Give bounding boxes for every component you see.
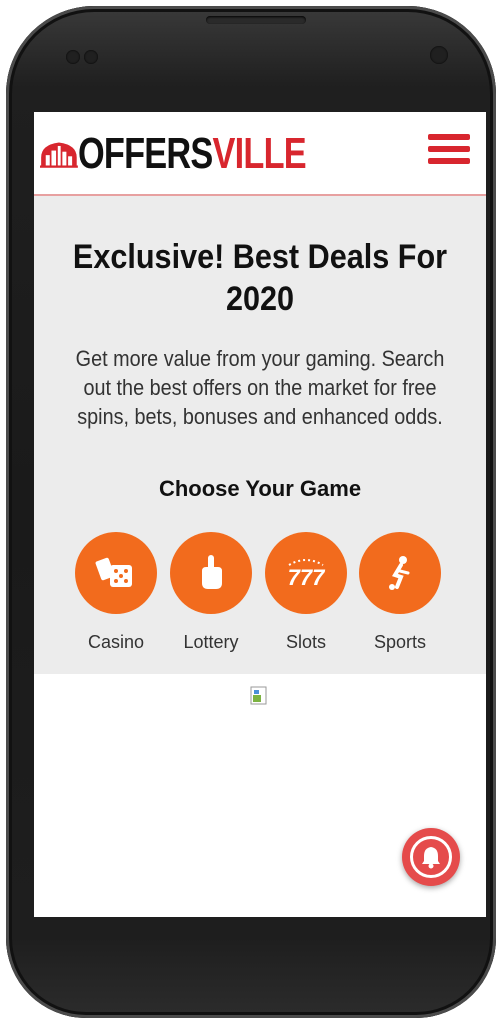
slots-777-icon: 777 — [265, 532, 347, 614]
game-label: Sports — [373, 632, 427, 652]
hero-title: Exclusive! Best Deals For 2020 — [72, 238, 448, 318]
choose-game-heading: Choose Your Game — [158, 476, 362, 501]
game-casino-button[interactable]: Casino — [68, 532, 164, 653]
sports-player-icon — [359, 532, 441, 614]
phone-camera — [430, 46, 448, 64]
game-label: Casino — [87, 632, 145, 652]
game-label: Lottery — [183, 632, 239, 652]
hero-description: Get more value from your gaming. Search … — [75, 346, 445, 429]
phone-sensor — [84, 50, 98, 64]
notification-bell-button[interactable] — [402, 828, 460, 886]
city-skyline-logo-icon — [40, 142, 78, 168]
game-sports-button[interactable]: Sports — [352, 532, 448, 653]
bell-icon — [410, 836, 452, 878]
site-logo[interactable]: OFFERSVILLE — [40, 130, 370, 178]
phone-screen: OFFERSVILLE Exclusive! Best Deals For 20… — [34, 112, 486, 917]
game-lottery-button[interactable]: Lottery — [163, 532, 259, 653]
logo-text-offers: OFFERS — [77, 129, 213, 178]
game-label: Slots — [285, 632, 327, 652]
hero-section: Exclusive! Best Deals For 2020 Get more … — [34, 196, 486, 674]
game-categories: Casino Lottery 777 Slots Sports — [34, 532, 486, 652]
lottery-hand-icon — [170, 532, 252, 614]
broken-image-icon[interactable] — [250, 686, 268, 706]
hamburger-menu-icon[interactable] — [428, 134, 470, 170]
svg-text:777: 777 — [288, 565, 326, 590]
phone-speaker — [206, 16, 306, 24]
site-header: OFFERSVILLE — [34, 112, 486, 196]
casino-cards-dice-icon — [75, 532, 157, 614]
game-slots-button[interactable]: 777 Slots — [258, 532, 354, 653]
phone-sensor — [66, 50, 80, 64]
logo-text-ville: VILLE — [212, 129, 306, 178]
logo-text: OFFERSVILLE — [77, 129, 307, 178]
